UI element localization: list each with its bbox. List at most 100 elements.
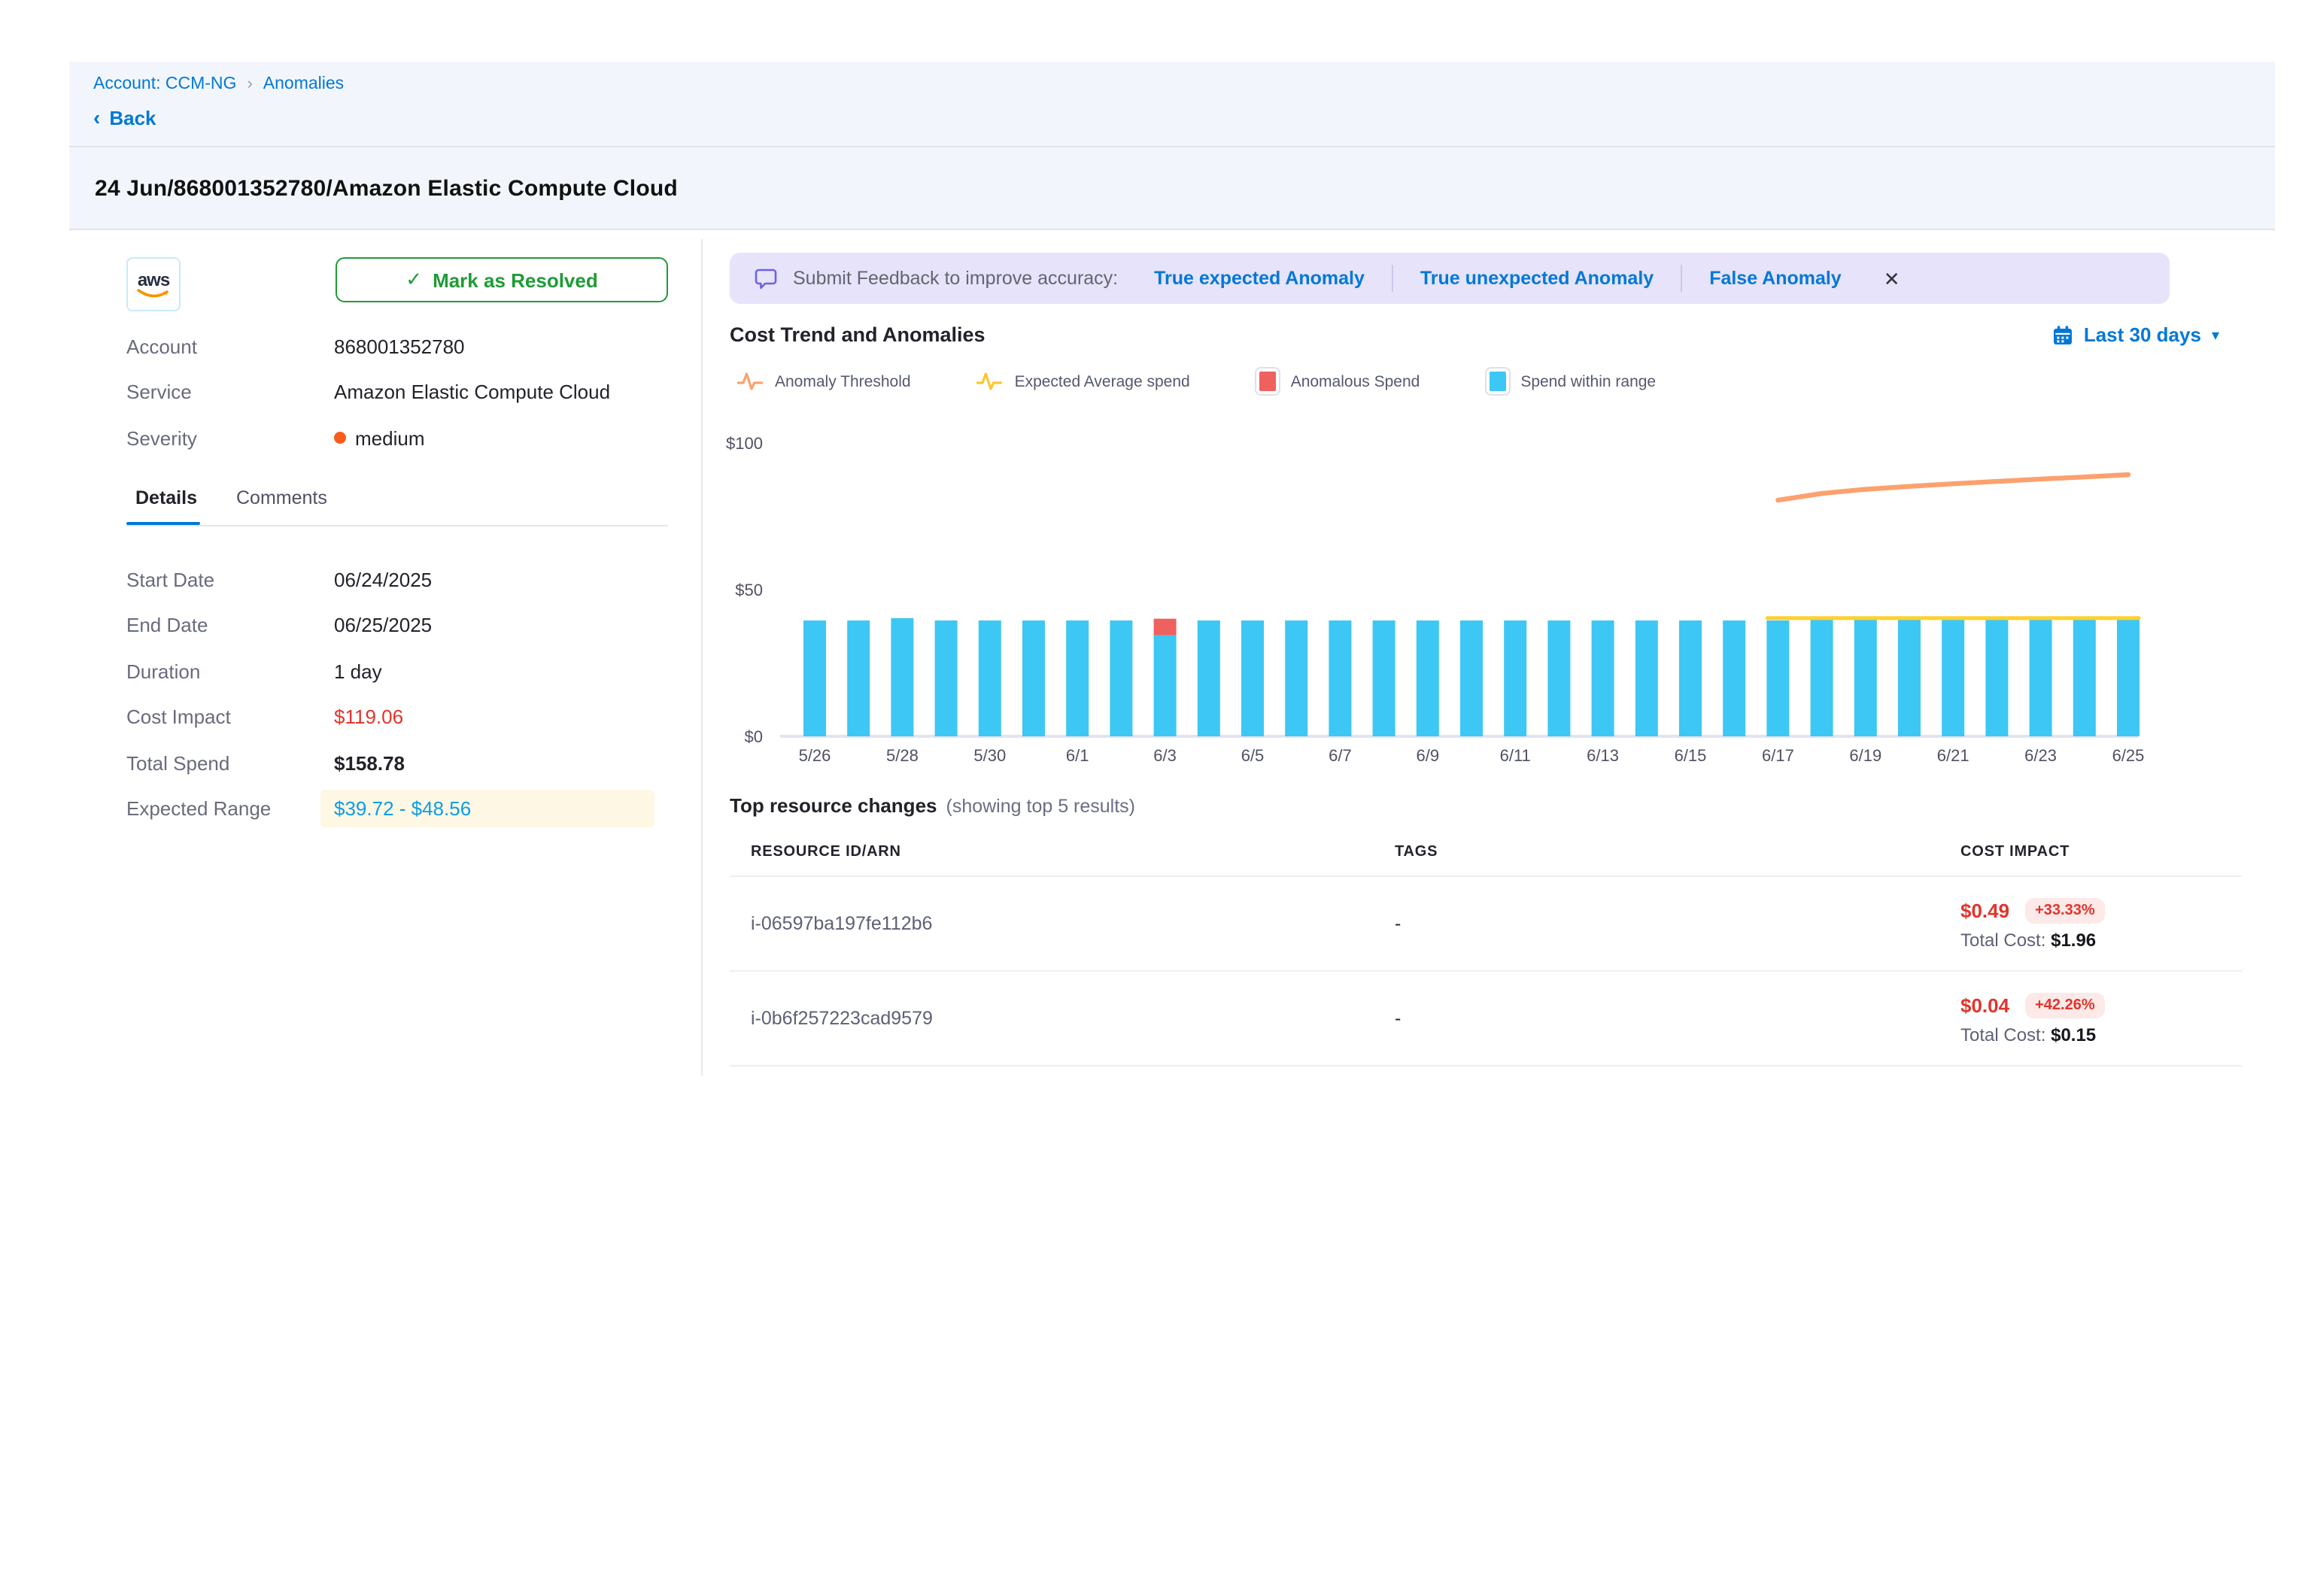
total-spend-label: Total Spend [126, 752, 334, 775]
breadcrumb-anomalies-link[interactable]: Anomalies [263, 75, 344, 93]
active-tab-indicator [126, 521, 200, 525]
severity-dot-icon [334, 432, 346, 445]
duration-label: Duration [126, 660, 334, 683]
chart-title: Cost Trend and Anomalies [730, 323, 985, 346]
mark-as-resolved-button[interactable]: ✓ Mark as Resolved [336, 257, 668, 302]
total-spend-row: Total Spend $158.78 [126, 740, 668, 786]
svg-text:$0: $0 [745, 727, 763, 746]
start-date-row: Start Date 06/24/2025 [126, 557, 668, 602]
total-cost-label: Total Cost: [1960, 1024, 2045, 1045]
calendar-icon [2052, 324, 2073, 345]
total-cost-label: Total Cost: [1960, 929, 2045, 950]
anomalous-spend-swatch [1256, 369, 1279, 394]
table-header: RESOURCE ID/ARN TAGS COST IMPACT [730, 832, 2242, 875]
duration-value: 1 day [334, 660, 382, 683]
svg-text:6/13: 6/13 [1587, 746, 1619, 765]
feedback-option-true-unexpected[interactable]: True unexpected Anomaly [1420, 268, 1654, 289]
svg-text:6/23: 6/23 [2024, 746, 2057, 765]
resource-id: i-0b6f257223cad9579 [751, 1008, 1395, 1029]
service-value: Amazon Elastic Compute Cloud [334, 381, 610, 404]
table-row: i-0b6f257223cad9579 - $0.04 +42.26% Tota… [730, 970, 2242, 1067]
resource-cost-impact: $0.49 +33.33% Total Cost: $1.96 [1960, 897, 2242, 950]
svg-text:5/28: 5/28 [886, 746, 919, 765]
cost-impact-row: Cost Impact $119.06 [126, 694, 668, 740]
severity-row: Severity medium [126, 415, 668, 461]
title-band: 24 Jun/868001352780/Amazon Elastic Compu… [69, 147, 2275, 230]
cost-impact-label: Cost Impact [126, 706, 334, 729]
start-date-value: 06/24/2025 [334, 569, 432, 591]
panel-divider [701, 239, 703, 1076]
close-icon[interactable]: ✕ [1884, 269, 1900, 288]
feedback-bar: Submit Feedback to improve accuracy: Tru… [730, 253, 2170, 304]
feedback-option-false-anomaly[interactable]: False Anomaly [1709, 268, 1842, 289]
resource-tags: - [1395, 1008, 1960, 1029]
legend-label: Anomalous Spend [1291, 372, 1420, 390]
total-cost-value: $1.96 [2051, 929, 2096, 950]
chat-bubble-icon [754, 267, 778, 290]
svg-text:6/21: 6/21 [1937, 746, 1969, 765]
svg-text:$100: $100 [726, 434, 763, 453]
legend-label: Anomaly Threshold [775, 372, 911, 390]
severity-label: Severity [126, 427, 334, 450]
chart-legend: Anomaly Threshold Expected Average spend… [730, 369, 2242, 394]
svg-text:6/1: 6/1 [1066, 746, 1089, 765]
expected-range-value: $39.72 - $48.56 [320, 790, 654, 828]
start-date-label: Start Date [126, 569, 334, 591]
end-date-value: 06/25/2025 [334, 614, 432, 637]
feedback-prompt: Submit Feedback to improve accuracy: [793, 268, 1118, 289]
svg-text:6/11: 6/11 [1500, 746, 1531, 765]
resolve-label: Mark as Resolved [433, 269, 598, 291]
cost-impact-percent-badge: +33.33% [2024, 897, 2106, 923]
svg-text:6/3: 6/3 [1153, 746, 1177, 765]
svg-text:6/9: 6/9 [1417, 746, 1440, 765]
back-chevron-icon: ‹ [93, 106, 100, 127]
back-button[interactable]: ‹ Back [93, 107, 2251, 129]
svg-text:6/25: 6/25 [2112, 746, 2145, 765]
check-icon: ✓ [405, 268, 422, 292]
top-resource-changes-table: RESOURCE ID/ARN TAGS COST IMPACT i-06597… [730, 832, 2242, 1067]
feedback-divider [1392, 265, 1393, 292]
date-range-label: Last 30 days [2084, 323, 2201, 346]
page-title: 24 Jun/868001352780/Amazon Elastic Compu… [95, 175, 678, 201]
svg-text:6/17: 6/17 [1762, 746, 1794, 765]
breadcrumb-chevron-icon: › [247, 75, 252, 93]
detail-tabs: Details Comments [126, 487, 668, 521]
date-range-selector[interactable]: Last 30 days ▾ [2052, 323, 2219, 346]
expected-average-icon [977, 372, 1003, 391]
resources-subtitle: (showing top 5 results) [946, 796, 1136, 817]
anomaly-threshold-icon [737, 372, 763, 391]
service-label: Service [126, 381, 334, 404]
severity-badge: medium [334, 427, 425, 450]
total-spend-value: $158.78 [334, 752, 405, 775]
resource-tags: - [1395, 913, 1960, 934]
spend-within-range-swatch [1486, 369, 1508, 394]
legend-anomaly-threshold: Anomaly Threshold [737, 372, 911, 391]
end-date-label: End Date [126, 614, 334, 637]
cost-impact-percent-badge: +42.26% [2024, 992, 2106, 1018]
svg-text:5/30: 5/30 [973, 746, 1006, 765]
svg-text:$50: $50 [735, 581, 763, 599]
tab-details[interactable]: Details [135, 487, 197, 521]
col-cost-impact: COST IMPACT [1960, 844, 2242, 860]
back-label: Back [109, 107, 156, 129]
aws-logo-text: aws [138, 272, 169, 287]
legend-label: Expected Average spend [1015, 372, 1190, 390]
svg-text:6/19: 6/19 [1849, 746, 1881, 765]
col-tags: TAGS [1395, 844, 1960, 860]
aws-logo: aws [126, 257, 181, 311]
breadcrumb: Account: CCM-NG › Anomalies [93, 75, 2251, 93]
breadcrumb-account-link[interactable]: Account: CCM-NG [93, 75, 236, 93]
svg-text:6/5: 6/5 [1241, 746, 1265, 765]
legend-spend-within-range: Spend within range [1486, 369, 1656, 394]
details-list: Start Date 06/24/2025 End Date 06/25/202… [126, 557, 668, 832]
breadcrumb-band: Account: CCM-NG › Anomalies ‹ Back [69, 62, 2275, 147]
tab-divider [126, 521, 668, 526]
resource-id: i-06597ba197fe112b6 [751, 913, 1395, 934]
service-row: Service Amazon Elastic Compute Cloud [126, 369, 668, 415]
tab-comments[interactable]: Comments [236, 487, 327, 521]
svg-text:6/7: 6/7 [1329, 746, 1352, 765]
expected-range-row: Expected Range $39.72 - $48.56 [126, 786, 668, 832]
feedback-option-true-expected[interactable]: True expected Anomaly [1154, 268, 1365, 289]
legend-anomalous-spend: Anomalous Spend [1256, 369, 1420, 394]
expected-range-label: Expected Range [126, 798, 334, 821]
